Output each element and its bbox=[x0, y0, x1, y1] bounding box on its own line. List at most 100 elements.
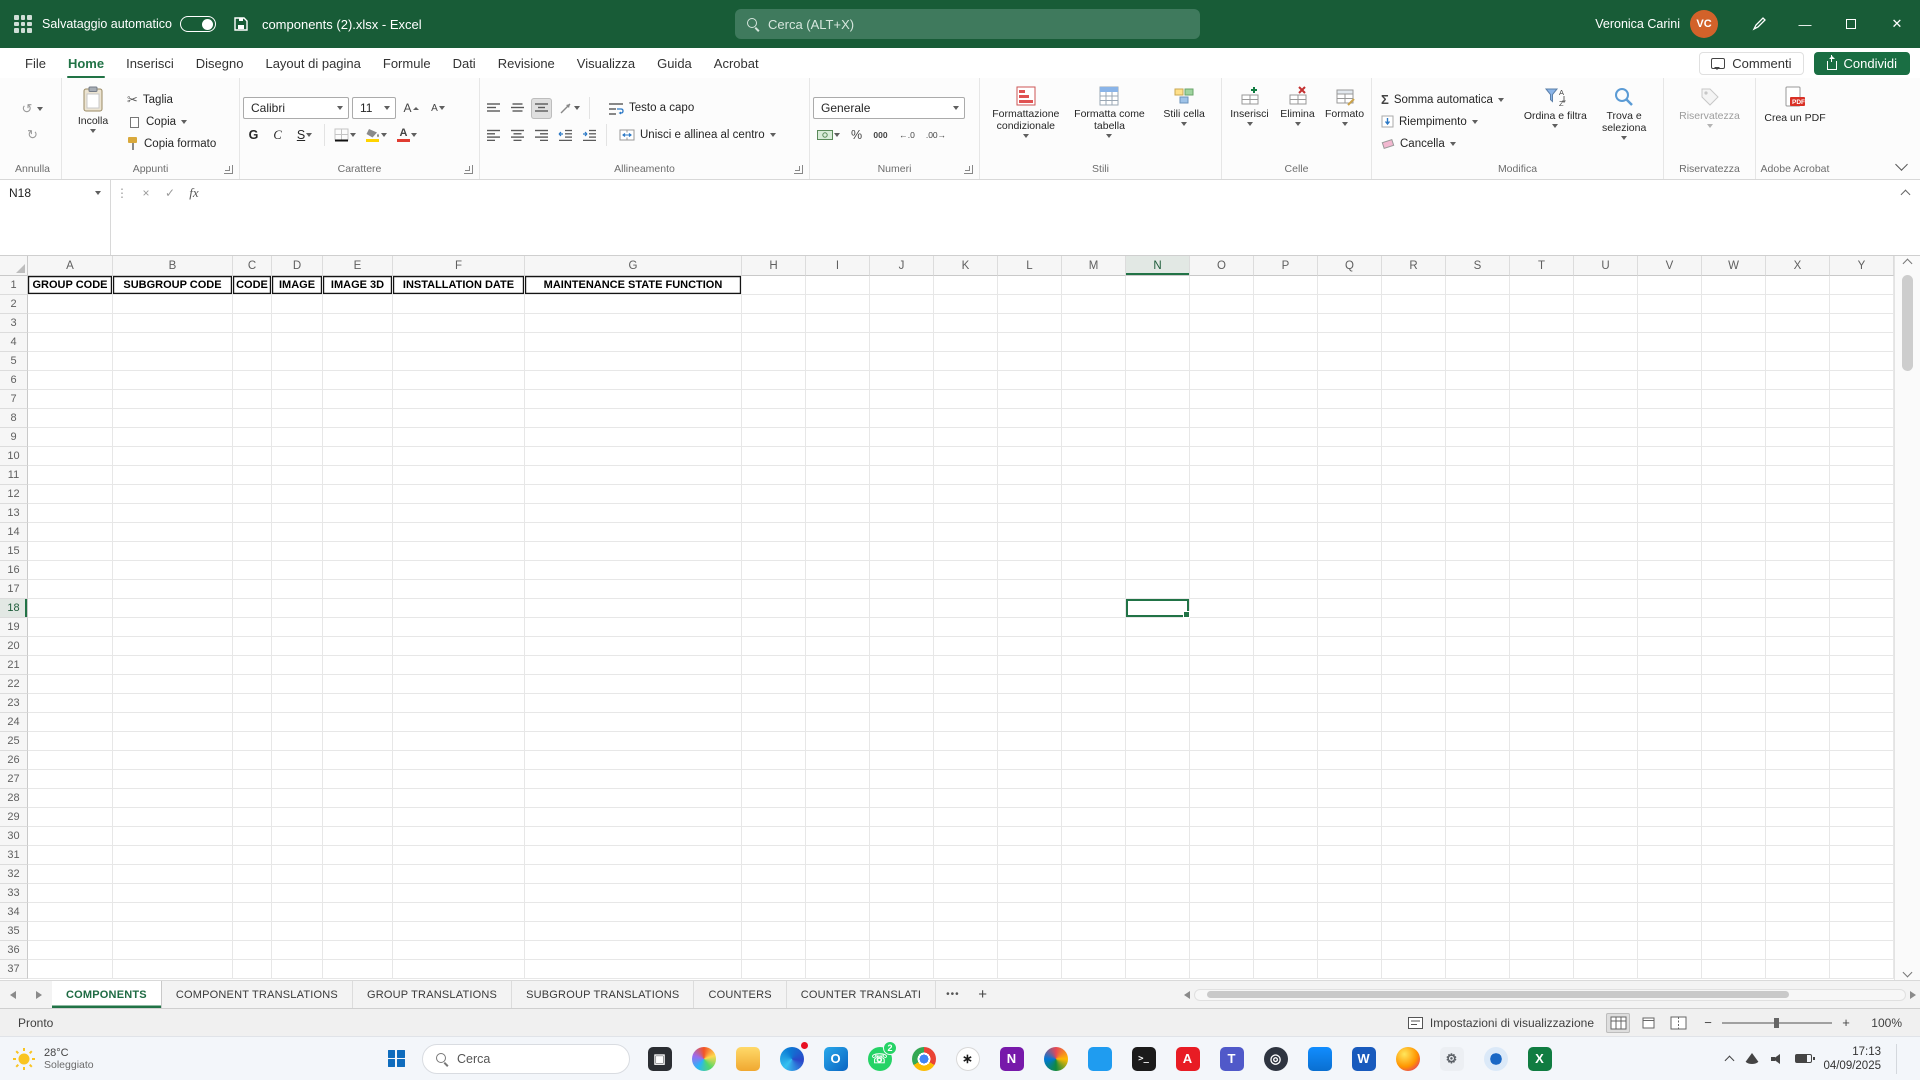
cell-O31[interactable] bbox=[1190, 846, 1254, 865]
cell-A30[interactable] bbox=[28, 827, 113, 846]
cell-G2[interactable] bbox=[525, 295, 742, 314]
cell-U9[interactable] bbox=[1574, 428, 1638, 447]
cell-H25[interactable] bbox=[742, 732, 806, 751]
cell-I13[interactable] bbox=[806, 504, 870, 523]
cell-M11[interactable] bbox=[1062, 466, 1126, 485]
cell-J36[interactable] bbox=[870, 941, 934, 960]
cell-G8[interactable] bbox=[525, 409, 742, 428]
cell-Q6[interactable] bbox=[1318, 371, 1382, 390]
page-layout-view-button[interactable] bbox=[1636, 1013, 1660, 1033]
cell-A8[interactable] bbox=[28, 409, 113, 428]
cell-V12[interactable] bbox=[1638, 485, 1702, 504]
cell-O18[interactable] bbox=[1190, 599, 1254, 618]
taskbar-excel-icon[interactable]: X bbox=[1522, 1041, 1557, 1076]
maximize-button[interactable] bbox=[1828, 0, 1874, 48]
cell-T10[interactable] bbox=[1510, 447, 1574, 466]
cell-X29[interactable] bbox=[1766, 808, 1830, 827]
cell-H24[interactable] bbox=[742, 713, 806, 732]
cell-C11[interactable] bbox=[233, 466, 272, 485]
cell-L25[interactable] bbox=[998, 732, 1062, 751]
cell-Q24[interactable] bbox=[1318, 713, 1382, 732]
cell-T19[interactable] bbox=[1510, 618, 1574, 637]
cell-E13[interactable] bbox=[323, 504, 393, 523]
cell-D16[interactable] bbox=[272, 561, 323, 580]
cell-U25[interactable] bbox=[1574, 732, 1638, 751]
decrease-indent-button[interactable] bbox=[555, 125, 576, 146]
cell-O17[interactable] bbox=[1190, 580, 1254, 599]
cell-J19[interactable] bbox=[870, 618, 934, 637]
cell-F4[interactable] bbox=[393, 333, 525, 352]
cell-J33[interactable] bbox=[870, 884, 934, 903]
cell-L24[interactable] bbox=[998, 713, 1062, 732]
cell-M20[interactable] bbox=[1062, 637, 1126, 656]
cell-L14[interactable] bbox=[998, 523, 1062, 542]
cell-V21[interactable] bbox=[1638, 656, 1702, 675]
cell-M3[interactable] bbox=[1062, 314, 1126, 333]
cell-Y37[interactable] bbox=[1830, 960, 1894, 979]
cell-M17[interactable] bbox=[1062, 580, 1126, 599]
hidden-icons-chevron[interactable] bbox=[1724, 1055, 1735, 1065]
cell-S24[interactable] bbox=[1446, 713, 1510, 732]
row-header-18[interactable]: 18 bbox=[0, 599, 28, 618]
align-middle-button[interactable] bbox=[507, 98, 528, 119]
align-top-button[interactable] bbox=[483, 98, 504, 119]
cell-R9[interactable] bbox=[1382, 428, 1446, 447]
cell-T33[interactable] bbox=[1510, 884, 1574, 903]
cell-G15[interactable] bbox=[525, 542, 742, 561]
cell-C15[interactable] bbox=[233, 542, 272, 561]
column-header-D[interactable]: D bbox=[272, 256, 323, 276]
menu-tab-home[interactable]: Home bbox=[57, 48, 115, 78]
cell-Y4[interactable] bbox=[1830, 333, 1894, 352]
cell-D33[interactable] bbox=[272, 884, 323, 903]
align-center-button[interactable] bbox=[507, 125, 528, 146]
save-icon[interactable] bbox=[234, 17, 248, 31]
cell-G27[interactable] bbox=[525, 770, 742, 789]
cell-E4[interactable] bbox=[323, 333, 393, 352]
vertical-scroll-thumb[interactable] bbox=[1902, 275, 1913, 371]
cell-U2[interactable] bbox=[1574, 295, 1638, 314]
cell-U27[interactable] bbox=[1574, 770, 1638, 789]
cell-Q7[interactable] bbox=[1318, 390, 1382, 409]
cell-Q27[interactable] bbox=[1318, 770, 1382, 789]
row-header-20[interactable]: 20 bbox=[0, 637, 28, 656]
cell-B12[interactable] bbox=[113, 485, 233, 504]
cell-Y8[interactable] bbox=[1830, 409, 1894, 428]
cell-P13[interactable] bbox=[1254, 504, 1318, 523]
cell-G34[interactable] bbox=[525, 903, 742, 922]
sheet-tab-group-translations[interactable]: GROUP TRANSLATIONS bbox=[353, 981, 513, 1008]
cell-G25[interactable] bbox=[525, 732, 742, 751]
italic-button[interactable]: C bbox=[267, 125, 288, 146]
cell-O15[interactable] bbox=[1190, 542, 1254, 561]
cell-B35[interactable] bbox=[113, 922, 233, 941]
cell-X36[interactable] bbox=[1766, 941, 1830, 960]
cell-B22[interactable] bbox=[113, 675, 233, 694]
cell-S28[interactable] bbox=[1446, 789, 1510, 808]
cell-V20[interactable] bbox=[1638, 637, 1702, 656]
cell-N25[interactable] bbox=[1126, 732, 1190, 751]
cell-Q5[interactable] bbox=[1318, 352, 1382, 371]
cell-I19[interactable] bbox=[806, 618, 870, 637]
currency-format-button[interactable] bbox=[813, 125, 843, 146]
cell-I27[interactable] bbox=[806, 770, 870, 789]
cell-H1[interactable] bbox=[742, 276, 806, 295]
cell-R24[interactable] bbox=[1382, 713, 1446, 732]
cell-R15[interactable] bbox=[1382, 542, 1446, 561]
cell-L15[interactable] bbox=[998, 542, 1062, 561]
cell-U20[interactable] bbox=[1574, 637, 1638, 656]
autosave-toggle[interactable] bbox=[179, 16, 216, 32]
cell-K12[interactable] bbox=[934, 485, 998, 504]
cell-N4[interactable] bbox=[1126, 333, 1190, 352]
cell-Y9[interactable] bbox=[1830, 428, 1894, 447]
cell-D9[interactable] bbox=[272, 428, 323, 447]
cell-W24[interactable] bbox=[1702, 713, 1766, 732]
cell-X34[interactable] bbox=[1766, 903, 1830, 922]
cell-L33[interactable] bbox=[998, 884, 1062, 903]
cell-E11[interactable] bbox=[323, 466, 393, 485]
cell-D4[interactable] bbox=[272, 333, 323, 352]
cell-H2[interactable] bbox=[742, 295, 806, 314]
cell-C26[interactable] bbox=[233, 751, 272, 770]
cell-X19[interactable] bbox=[1766, 618, 1830, 637]
cell-Q16[interactable] bbox=[1318, 561, 1382, 580]
cell-Q26[interactable] bbox=[1318, 751, 1382, 770]
cell-V32[interactable] bbox=[1638, 865, 1702, 884]
